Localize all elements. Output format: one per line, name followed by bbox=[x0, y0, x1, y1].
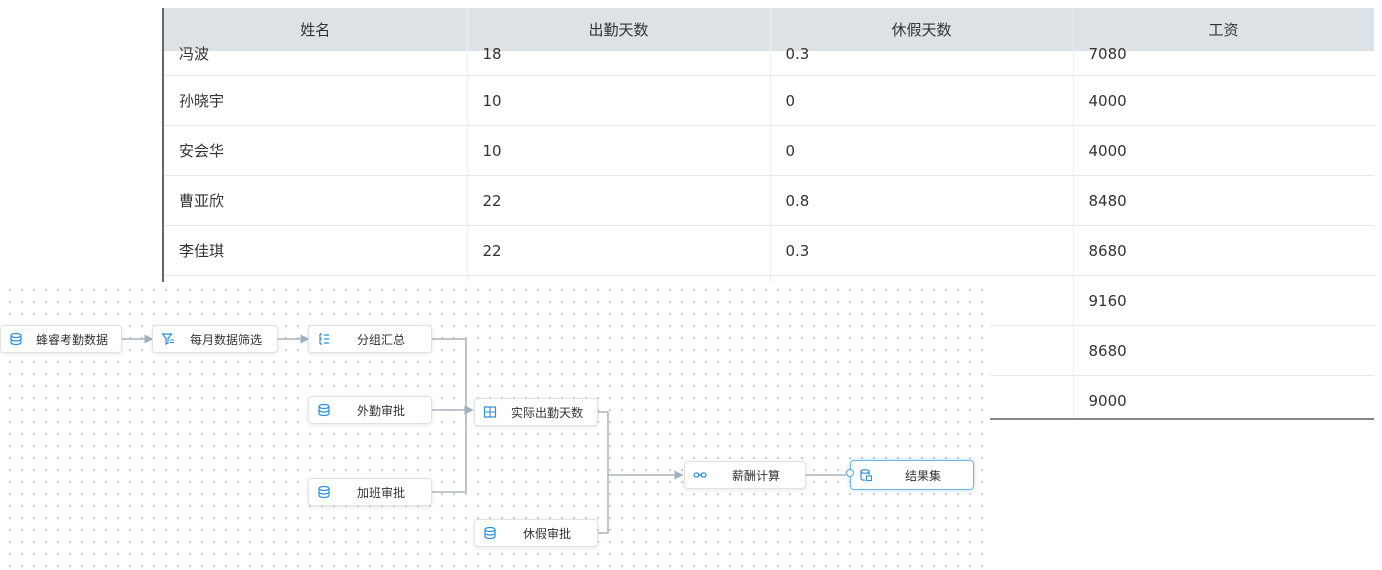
result-icon bbox=[859, 468, 873, 482]
cell-name: 冯波 bbox=[164, 47, 468, 76]
table-row[interactable]: 安会华 10 0 4000 bbox=[164, 125, 1374, 176]
node-group-summary[interactable]: 分组汇总 bbox=[308, 325, 432, 353]
node-source-attendance-data[interactable]: 蜂睿考勤数据 bbox=[0, 325, 122, 353]
node-leave-approval[interactable]: 休假审批 bbox=[474, 519, 598, 547]
edge-overtime-to-actual bbox=[432, 410, 467, 493]
cell-attendance-days: 18 bbox=[467, 47, 771, 76]
node-label: 蜂睿考勤数据 bbox=[35, 332, 108, 347]
database-icon bbox=[317, 485, 331, 499]
table-row[interactable]: 李佳琪 22 0.3 8680 bbox=[164, 225, 1374, 276]
cell-salary: 9160 bbox=[1073, 275, 1374, 326]
filter-icon bbox=[161, 332, 175, 346]
table-header-row: 姓名 出勤天数 休假天数 工资 bbox=[164, 8, 1374, 51]
edge-group-to-actual bbox=[432, 338, 474, 415]
cell-name: 孙晓宇 bbox=[164, 75, 468, 126]
table-row[interactable]: 曹亚欣 22 0.8 8480 bbox=[164, 175, 1374, 226]
table-row[interactable]: 冯波 18 0.3 7080 bbox=[164, 47, 1374, 76]
node-salary-calculation[interactable]: 薪酬计算 bbox=[684, 461, 806, 489]
flow-canvas[interactable]: 蜂睿考勤数据 每月数据筛选 分组汇总 外勤审批 加班审批 实际出勤天数 休假审批… bbox=[0, 282, 990, 570]
column-header-leave-days[interactable]: 休假天数 bbox=[770, 8, 1074, 51]
node-label: 加班审批 bbox=[356, 485, 405, 500]
table-row[interactable]: 孙晓宇 10 0 4000 bbox=[164, 75, 1374, 126]
cell-salary: 4000 bbox=[1073, 125, 1374, 176]
node-label: 结果集 bbox=[904, 468, 941, 483]
cell-leave-days: 0 bbox=[770, 75, 1074, 126]
edge-actual-to-salary bbox=[598, 411, 684, 480]
group-icon bbox=[317, 332, 331, 346]
cell-name: 曹亚欣 bbox=[164, 175, 468, 226]
database-icon bbox=[483, 526, 497, 540]
cell-salary: 7080 bbox=[1073, 47, 1374, 76]
node-label: 休假审批 bbox=[522, 526, 571, 541]
cell-attendance-days: 10 bbox=[467, 125, 771, 176]
cell-leave-days: 0.3 bbox=[770, 47, 1074, 76]
input-port[interactable] bbox=[846, 469, 854, 477]
node-result-set[interactable]: 结果集 bbox=[846, 460, 974, 490]
join-icon bbox=[483, 405, 497, 419]
cell-name: 安会华 bbox=[164, 125, 468, 176]
edge-leave-to-salary bbox=[598, 475, 609, 534]
node-label: 每月数据筛选 bbox=[189, 332, 262, 347]
node-label: 分组汇总 bbox=[356, 332, 405, 347]
cell-salary: 8480 bbox=[1073, 175, 1374, 226]
column-header-name[interactable]: 姓名 bbox=[164, 8, 468, 51]
node-field-work-approval[interactable]: 外勤审批 bbox=[308, 396, 432, 424]
link-icon bbox=[693, 468, 707, 482]
node-monthly-filter[interactable]: 每月数据筛选 bbox=[152, 325, 278, 353]
cell-name: 李佳琪 bbox=[164, 225, 468, 276]
cell-attendance-days: 10 bbox=[467, 75, 771, 126]
cell-attendance-days: 22 bbox=[467, 225, 771, 276]
cell-leave-days: 0.8 bbox=[770, 175, 1074, 226]
cell-salary: 8680 bbox=[1073, 225, 1374, 276]
cell-salary: 4000 bbox=[1073, 75, 1374, 126]
cell-salary: 9000 bbox=[1073, 375, 1374, 418]
node-overtime-approval[interactable]: 加班审批 bbox=[308, 478, 432, 506]
cell-salary: 8680 bbox=[1073, 325, 1374, 376]
node-actual-attendance-days[interactable]: 实际出勤天数 bbox=[474, 398, 598, 426]
column-header-attendance-days[interactable]: 出勤天数 bbox=[467, 8, 771, 51]
database-icon bbox=[317, 403, 331, 417]
cell-leave-days: 0.3 bbox=[770, 225, 1074, 276]
database-icon bbox=[9, 332, 23, 346]
node-label: 薪酬计算 bbox=[731, 468, 780, 483]
node-label: 外勤审批 bbox=[356, 403, 405, 418]
cell-attendance-days: 22 bbox=[467, 175, 771, 226]
cell-leave-days: 0 bbox=[770, 125, 1074, 176]
node-label: 实际出勤天数 bbox=[510, 405, 583, 420]
